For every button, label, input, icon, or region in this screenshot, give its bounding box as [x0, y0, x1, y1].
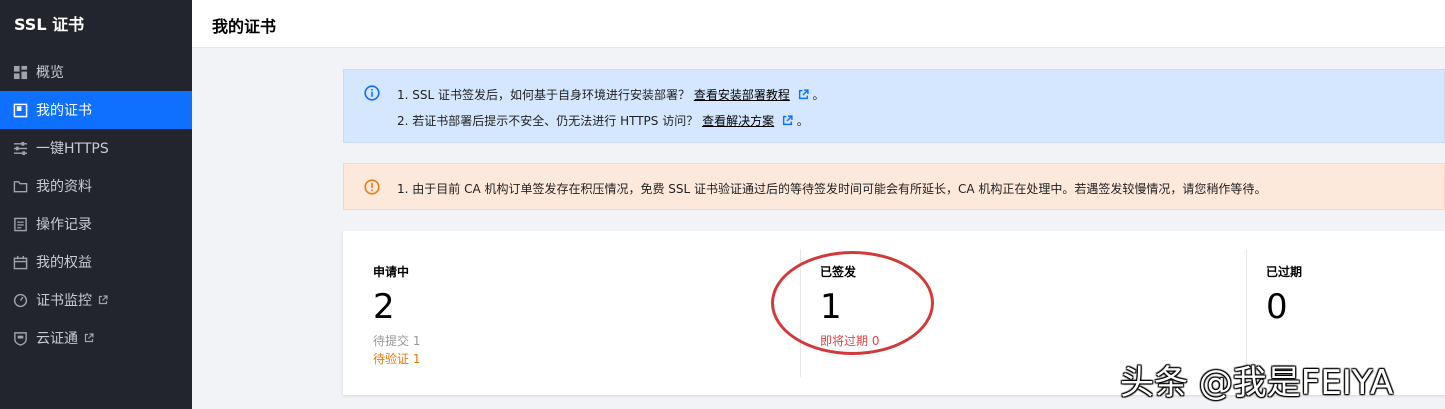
info-line-2: 2. 若证书部署后提示不安全、仍无法进行 HTTPS 访问？ 查看解决方案 。 — [397, 112, 809, 129]
sidebar-item-label: 我的权益 — [36, 255, 92, 271]
sidebar-item-one-click-https[interactable]: 一键HTTPS — [0, 129, 192, 167]
install-tutorial-link[interactable]: 查看安装部署教程 — [694, 88, 790, 102]
stat-applying[interactable]: 申请中 2 待提交 1 待验证 1 — [373, 231, 793, 395]
sidebar-item-operation-log[interactable]: 操作记录 — [0, 205, 192, 243]
sidebar-nav: 概览 我的证书 一键HTTPS 我的资料 操作记录 我的权益 证书监控 云证通 — [0, 53, 192, 357]
external-link-icon — [782, 115, 793, 126]
record-list-icon — [12, 216, 28, 232]
sidebar-item-label: 操作记录 — [36, 217, 92, 233]
external-link-icon — [84, 333, 94, 343]
info-line-1: 1. SSL 证书签发后，如何基于自身环境进行安装部署？ 查看安装部署教程 。 — [397, 86, 825, 103]
external-link-icon — [98, 295, 108, 305]
sidebar-item-overview[interactable]: 概览 — [0, 53, 192, 91]
warning-alert: 1. 由于目前 CA 机构订单签发存在积压情况，免费 SSL 证书验证通过后的等… — [343, 163, 1445, 210]
stat-count: 0 — [1266, 287, 1288, 327]
sidebar-item-yun-zheng-tong[interactable]: 云证通 — [0, 319, 192, 357]
sidebar-item-label: 证书监控 — [36, 293, 92, 309]
sidebar-item-label: 我的资料 — [36, 179, 92, 195]
info-line-1-end: 。 — [812, 88, 825, 102]
sidebar-item-label: 云证通 — [36, 331, 78, 347]
annotation-circle — [771, 251, 934, 355]
page-title: 我的证书 — [212, 17, 277, 36]
stat-label: 申请中 — [373, 265, 410, 279]
info-line-1-text: 1. SSL 证书签发后，如何基于自身环境进行安装部署？ — [397, 88, 690, 102]
sidebar-item-my-profile[interactable]: 我的资料 — [0, 167, 192, 205]
page-header: 我的证书 — [192, 0, 1445, 48]
sidebar-item-label: 一键HTTPS — [36, 141, 109, 157]
watermark: 头条 @我是FEIYA — [1120, 363, 1394, 403]
solution-link[interactable]: 查看解决方案 — [702, 114, 774, 128]
sidebar-item-my-certificates[interactable]: 我的证书 — [0, 91, 192, 129]
product-title: SSL 证书 — [14, 15, 85, 34]
sliders-icon — [12, 140, 28, 156]
grid-icon — [12, 64, 28, 80]
info-line-2-end: 。 — [796, 114, 809, 128]
monitor-gauge-icon — [12, 292, 28, 308]
folder-icon — [12, 178, 28, 194]
warning-icon — [364, 179, 380, 195]
external-link-icon — [798, 89, 809, 100]
info-alert: 1. SSL 证书签发后，如何基于自身环境进行安装部署？ 查看安装部署教程 。 … — [343, 69, 1445, 143]
sidebar-item-label: 概览 — [36, 65, 64, 81]
certificate-icon — [12, 102, 28, 118]
sidebar: SSL 证书 概览 我的证书 一键HTTPS 我的资料 操作记录 我的权益 证书… — [0, 0, 192, 409]
stat-label: 已过期 — [1266, 265, 1303, 279]
info-line-2-text: 2. 若证书部署后提示不安全、仍无法进行 HTTPS 访问？ — [397, 114, 699, 128]
stat-count: 2 — [373, 287, 395, 327]
warning-line-1: 1. 由于目前 CA 机构订单签发存在积压情况，免费 SSL 证书验证通过后的等… — [397, 182, 1267, 196]
sidebar-item-label: 我的证书 — [36, 103, 92, 119]
shield-icon — [12, 330, 28, 346]
calendar-gift-icon — [12, 254, 28, 270]
sidebar-item-certificate-monitoring[interactable]: 证书监控 — [0, 281, 192, 319]
info-icon — [364, 85, 380, 101]
pending-submit-count[interactable]: 待提交 1 — [373, 332, 420, 349]
sidebar-item-my-benefits[interactable]: 我的权益 — [0, 243, 192, 281]
pending-verify-count[interactable]: 待验证 1 — [373, 350, 420, 367]
